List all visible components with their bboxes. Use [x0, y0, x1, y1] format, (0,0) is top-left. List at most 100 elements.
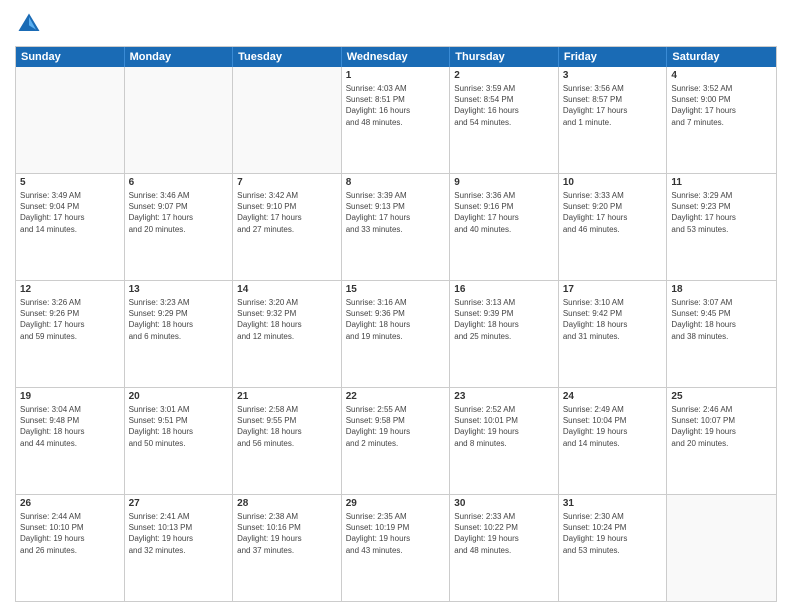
day-info: Sunrise: 2:38 AM Sunset: 10:16 PM Daylig…: [237, 511, 337, 556]
day-number: 4: [671, 70, 772, 81]
empty-cell: [233, 67, 342, 173]
day-info: Sunrise: 2:55 AM Sunset: 9:58 PM Dayligh…: [346, 404, 446, 449]
day-info: Sunrise: 3:07 AM Sunset: 9:45 PM Dayligh…: [671, 297, 772, 342]
day-cell: 5 Sunrise: 3:49 AM Sunset: 9:04 PM Daylig…: [16, 174, 125, 280]
day-info: Sunrise: 2:49 AM Sunset: 10:04 PM Daylig…: [563, 404, 663, 449]
day-number: 15: [346, 284, 446, 295]
day-cell: 2 Sunrise: 3:59 AM Sunset: 8:54 PM Daylig…: [450, 67, 559, 173]
day-cell: 13 Sunrise: 3:23 AM Sunset: 9:29 PM Dayli…: [125, 281, 234, 387]
day-cell: 16 Sunrise: 3:13 AM Sunset: 9:39 PM Dayli…: [450, 281, 559, 387]
calendar-header: SundayMondayTuesdayWednesdayThursdayFrid…: [16, 47, 776, 67]
day-cell: 30 Sunrise: 2:33 AM Sunset: 10:22 PM Dayl…: [450, 495, 559, 601]
day-cell: 26 Sunrise: 2:44 AM Sunset: 10:10 PM Dayl…: [16, 495, 125, 601]
day-cell: 7 Sunrise: 3:42 AM Sunset: 9:10 PM Daylig…: [233, 174, 342, 280]
day-number: 20: [129, 391, 229, 402]
day-info: Sunrise: 3:46 AM Sunset: 9:07 PM Dayligh…: [129, 190, 229, 235]
weekday-header: Sunday: [16, 47, 125, 67]
day-info: Sunrise: 2:30 AM Sunset: 10:24 PM Daylig…: [563, 511, 663, 556]
day-info: Sunrise: 2:58 AM Sunset: 9:55 PM Dayligh…: [237, 404, 337, 449]
day-number: 27: [129, 498, 229, 509]
day-number: 2: [454, 70, 554, 81]
day-cell: 18Sunrise: 3:07 AM Sunset: 9:45 PM Dayli…: [667, 281, 776, 387]
day-info: Sunrise: 4:03 AM Sunset: 8:51 PM Dayligh…: [346, 83, 446, 128]
day-number: 8: [346, 177, 446, 188]
page: SundayMondayTuesdayWednesdayThursdayFrid…: [0, 0, 792, 612]
day-info: Sunrise: 3:56 AM Sunset: 8:57 PM Dayligh…: [563, 83, 663, 128]
calendar-body: 1 Sunrise: 4:03 AM Sunset: 8:51 PM Daylig…: [16, 67, 776, 601]
day-number: 7: [237, 177, 337, 188]
day-number: 26: [20, 498, 120, 509]
day-info: Sunrise: 3:26 AM Sunset: 9:26 PM Dayligh…: [20, 297, 120, 342]
day-cell: 4 Sunrise: 3:52 AM Sunset: 9:00 PM Daylig…: [667, 67, 776, 173]
day-cell: 31 Sunrise: 2:30 AM Sunset: 10:24 PM Dayl…: [559, 495, 668, 601]
day-info: Sunrise: 2:46 AM Sunset: 10:07 PM Daylig…: [671, 404, 772, 449]
calendar-row: 1 Sunrise: 4:03 AM Sunset: 8:51 PM Daylig…: [16, 67, 776, 174]
logo-icon: [15, 10, 43, 38]
calendar: SundayMondayTuesdayWednesdayThursdayFrid…: [15, 46, 777, 602]
day-cell: 9 Sunrise: 3:36 AM Sunset: 9:16 PM Daylig…: [450, 174, 559, 280]
weekday-header: Tuesday: [233, 47, 342, 67]
day-cell: 15Sunrise: 3:16 AM Sunset: 9:36 PM Dayli…: [342, 281, 451, 387]
calendar-row: 12 Sunrise: 3:26 AM Sunset: 9:26 PM Dayli…: [16, 281, 776, 388]
day-number: 24: [563, 391, 663, 402]
day-info: Sunrise: 3:49 AM Sunset: 9:04 PM Dayligh…: [20, 190, 120, 235]
day-info: Sunrise: 2:41 AM Sunset: 10:13 PM Daylig…: [129, 511, 229, 556]
empty-cell: [125, 67, 234, 173]
day-info: Sunrise: 3:23 AM Sunset: 9:29 PM Dayligh…: [129, 297, 229, 342]
day-number: 1: [346, 70, 446, 81]
day-number: 23: [454, 391, 554, 402]
day-cell: 11 Sunrise: 3:29 AM Sunset: 9:23 PM Dayli…: [667, 174, 776, 280]
day-cell: 20Sunrise: 3:01 AM Sunset: 9:51 PM Dayli…: [125, 388, 234, 494]
day-info: Sunrise: 3:52 AM Sunset: 9:00 PM Dayligh…: [671, 83, 772, 128]
day-number: 10: [563, 177, 663, 188]
day-number: 12: [20, 284, 120, 295]
day-info: Sunrise: 3:29 AM Sunset: 9:23 PM Dayligh…: [671, 190, 772, 235]
day-cell: 6 Sunrise: 3:46 AM Sunset: 9:07 PM Daylig…: [125, 174, 234, 280]
day-number: 21: [237, 391, 337, 402]
day-info: Sunrise: 3:42 AM Sunset: 9:10 PM Dayligh…: [237, 190, 337, 235]
day-number: 16: [454, 284, 554, 295]
day-info: Sunrise: 2:35 AM Sunset: 10:19 PM Daylig…: [346, 511, 446, 556]
day-cell: 23 Sunrise: 2:52 AM Sunset: 10:01 PM Dayl…: [450, 388, 559, 494]
day-cell: 1 Sunrise: 4:03 AM Sunset: 8:51 PM Daylig…: [342, 67, 451, 173]
day-cell: 17Sunrise: 3:10 AM Sunset: 9:42 PM Dayli…: [559, 281, 668, 387]
day-info: Sunrise: 3:36 AM Sunset: 9:16 PM Dayligh…: [454, 190, 554, 235]
weekday-header: Friday: [559, 47, 668, 67]
calendar-row: 5 Sunrise: 3:49 AM Sunset: 9:04 PM Daylig…: [16, 174, 776, 281]
day-cell: 8 Sunrise: 3:39 AM Sunset: 9:13 PM Daylig…: [342, 174, 451, 280]
day-info: Sunrise: 2:44 AM Sunset: 10:10 PM Daylig…: [20, 511, 120, 556]
day-cell: 10Sunrise: 3:33 AM Sunset: 9:20 PM Dayli…: [559, 174, 668, 280]
day-number: 11: [671, 177, 772, 188]
day-cell: 21 Sunrise: 2:58 AM Sunset: 9:55 PM Dayli…: [233, 388, 342, 494]
day-cell: 29 Sunrise: 2:35 AM Sunset: 10:19 PM Dayl…: [342, 495, 451, 601]
header: [15, 10, 777, 38]
day-info: Sunrise: 3:39 AM Sunset: 9:13 PM Dayligh…: [346, 190, 446, 235]
weekday-header: Saturday: [667, 47, 776, 67]
day-number: 29: [346, 498, 446, 509]
day-cell: 19Sunrise: 3:04 AM Sunset: 9:48 PM Dayli…: [16, 388, 125, 494]
day-number: 3: [563, 70, 663, 81]
day-info: Sunrise: 3:59 AM Sunset: 8:54 PM Dayligh…: [454, 83, 554, 128]
day-number: 9: [454, 177, 554, 188]
weekday-header: Wednesday: [342, 47, 451, 67]
day-cell: 28 Sunrise: 2:38 AM Sunset: 10:16 PM Dayl…: [233, 495, 342, 601]
day-info: Sunrise: 3:10 AM Sunset: 9:42 PM Dayligh…: [563, 297, 663, 342]
empty-cell: [16, 67, 125, 173]
day-cell: 12 Sunrise: 3:26 AM Sunset: 9:26 PM Dayli…: [16, 281, 125, 387]
day-number: 31: [563, 498, 663, 509]
day-info: Sunrise: 2:52 AM Sunset: 10:01 PM Daylig…: [454, 404, 554, 449]
day-cell: 22Sunrise: 2:55 AM Sunset: 9:58 PM Dayli…: [342, 388, 451, 494]
day-number: 30: [454, 498, 554, 509]
day-number: 28: [237, 498, 337, 509]
day-info: Sunrise: 3:13 AM Sunset: 9:39 PM Dayligh…: [454, 297, 554, 342]
day-number: 19: [20, 391, 120, 402]
calendar-row: 26 Sunrise: 2:44 AM Sunset: 10:10 PM Dayl…: [16, 495, 776, 601]
day-number: 6: [129, 177, 229, 188]
day-number: 13: [129, 284, 229, 295]
day-cell: 14Sunrise: 3:20 AM Sunset: 9:32 PM Dayli…: [233, 281, 342, 387]
day-number: 5: [20, 177, 120, 188]
day-cell: 25Sunrise: 2:46 AM Sunset: 10:07 PM Dayl…: [667, 388, 776, 494]
day-info: Sunrise: 2:33 AM Sunset: 10:22 PM Daylig…: [454, 511, 554, 556]
weekday-header: Thursday: [450, 47, 559, 67]
day-cell: 27 Sunrise: 2:41 AM Sunset: 10:13 PM Dayl…: [125, 495, 234, 601]
